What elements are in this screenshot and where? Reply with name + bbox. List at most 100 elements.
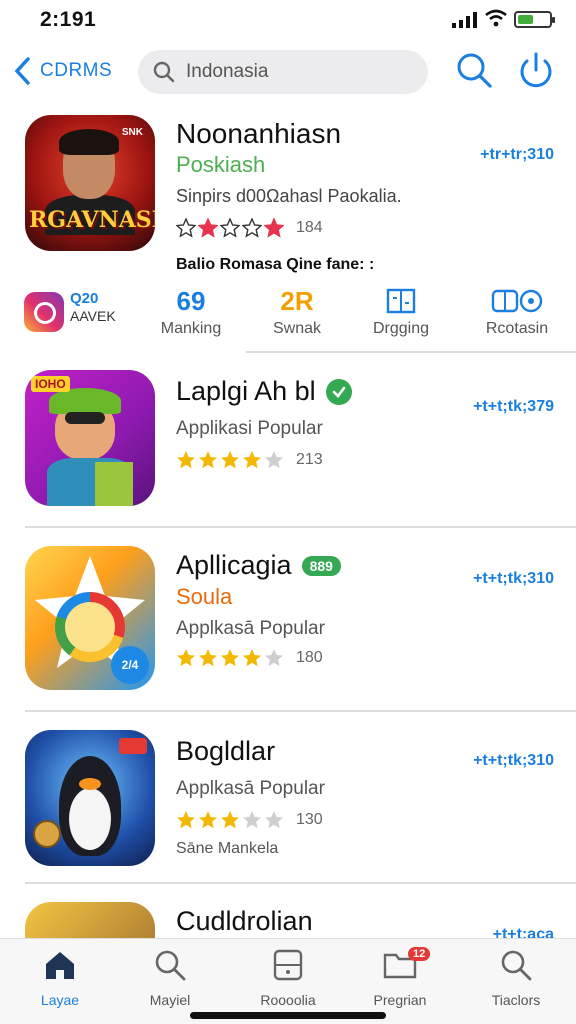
app-title-text: Cudldrolian xyxy=(176,906,313,936)
tab-tractors[interactable]: Tiaclors xyxy=(466,947,566,1008)
star-icon xyxy=(199,811,217,829)
app-category: Applkasā Popular xyxy=(176,618,325,639)
app-icon[interactable]: 2/4 xyxy=(25,546,155,690)
search-icon xyxy=(155,950,186,981)
promo-label: Q20 xyxy=(70,290,99,307)
app-title: Laplgi Ah bl xyxy=(176,376,352,407)
app-rating: 130 xyxy=(176,810,323,830)
star-icon xyxy=(221,451,239,469)
app-row[interactable]: IOHO Laplgi Ah bl Applikasi Popular 213 … xyxy=(0,370,576,530)
tab-search[interactable]: Mayiel xyxy=(120,947,220,1008)
tab-label: Mayiel xyxy=(149,992,191,1008)
tab-home[interactable]: Layae xyxy=(10,947,110,1008)
search-icon xyxy=(457,53,492,88)
price-button[interactable]: +t+t;aca xyxy=(493,926,554,938)
app-rating: 213 xyxy=(176,450,323,470)
star-icon xyxy=(221,811,239,829)
app-subtitle: Soula xyxy=(176,584,233,609)
signal-icon xyxy=(452,12,477,28)
tab-label: Tiaclors xyxy=(491,992,541,1008)
rating-stars xyxy=(176,450,286,470)
category-row: Q20 AAVEK 69 Manking 2R Swnak Drgging Rc… xyxy=(0,284,576,353)
price-button[interactable]: +tr+tr;310 xyxy=(480,146,554,164)
app-title: Cudldrolian xyxy=(176,906,313,937)
category-snack[interactable]: 2R Swnak xyxy=(252,284,342,338)
grid-icon xyxy=(356,284,446,318)
category-dragging[interactable]: Drgging xyxy=(356,284,446,338)
star-icon xyxy=(199,451,217,469)
rating-count: 180 xyxy=(296,649,323,666)
app-icon[interactable] xyxy=(25,730,155,866)
price-button[interactable]: +t+t;tk;379 xyxy=(473,398,554,416)
rating-count: 184 xyxy=(296,219,323,236)
search-value: Indonasia xyxy=(186,61,269,82)
star-icon xyxy=(198,218,218,238)
category-label: Drgging xyxy=(372,320,430,337)
featured-app-icon[interactable]: SNK RGAVNASIA xyxy=(25,115,155,251)
star-icon xyxy=(177,811,195,829)
tab-programs[interactable]: 12 Pregrian xyxy=(350,947,450,1008)
app-category: Applikasi Popular xyxy=(176,418,323,439)
power-button[interactable] xyxy=(516,50,556,90)
divider xyxy=(25,882,576,884)
app-title: Bogldlar xyxy=(176,736,275,767)
star-icon xyxy=(243,811,261,829)
notification-badge: 12 xyxy=(408,947,431,961)
verified-check-icon xyxy=(325,378,352,405)
search-icon xyxy=(501,950,532,981)
category-label: Rcotasin xyxy=(485,320,549,337)
promo-sublabel: AAVEK xyxy=(70,308,116,324)
app-icon[interactable] xyxy=(25,902,155,938)
instagram-icon[interactable] xyxy=(24,292,64,332)
featured-rating: 184 xyxy=(176,218,323,238)
tab-label: Pregrian xyxy=(373,992,427,1008)
app-row[interactable]: Cudldrolian +t+t;aca xyxy=(0,902,576,938)
back-button[interactable]: CDRMS xyxy=(12,56,112,86)
icon-logo-text: RGAVNASIA xyxy=(29,207,155,233)
home-icon xyxy=(46,952,74,979)
tab-label: Roooolia xyxy=(260,992,316,1008)
tab-label: Layae xyxy=(40,992,80,1008)
search-button[interactable] xyxy=(454,50,494,90)
app-icon[interactable]: IOHO xyxy=(25,370,155,506)
divider xyxy=(25,710,576,712)
ranking-icon: 69 xyxy=(176,285,206,316)
home-indicator xyxy=(190,1012,386,1019)
star-icon xyxy=(265,451,283,469)
rating-stars xyxy=(176,218,286,238)
icon-badge: IOHO xyxy=(31,376,70,392)
wifi-icon xyxy=(485,9,507,27)
battery-icon xyxy=(514,11,555,28)
rating-stars xyxy=(176,810,286,830)
price-button[interactable]: +t+t;tk;310 xyxy=(473,570,554,588)
rotation-icon xyxy=(472,284,562,318)
category-ranking[interactable]: 69 Manking xyxy=(146,284,236,338)
snack-icon: 2R xyxy=(280,285,314,316)
divider xyxy=(25,526,576,528)
star-icon xyxy=(265,811,283,829)
icon-tag: SNK xyxy=(121,127,143,138)
app-rating: 180 xyxy=(176,648,323,668)
status-bar: 2:191 xyxy=(0,0,576,40)
app-category: Applkasā Popular xyxy=(176,778,325,799)
app-row[interactable]: Bogldlar Applkasā Popular 130 Sāne Manke… xyxy=(0,730,576,886)
rating-count: 213 xyxy=(296,451,323,468)
star-icon xyxy=(242,218,262,238)
price-button[interactable]: +t+t;tk;310 xyxy=(473,752,554,770)
search-input[interactable]: Indonasia xyxy=(138,50,428,94)
star-icon xyxy=(177,451,195,469)
featured-app[interactable]: SNK RGAVNASIA Noonanhiasn Poskiash Sinpi… xyxy=(0,112,576,282)
featured-title: Noonanhiasn xyxy=(176,118,342,149)
nav-bar: CDRMS Indonasia xyxy=(0,44,576,100)
app-extra: Sāne Mankela xyxy=(176,840,279,857)
star-icon xyxy=(265,649,283,667)
category-rotation[interactable]: Rcotasin xyxy=(472,284,562,338)
app-title-text: Apllicagia xyxy=(176,550,292,580)
star-icon xyxy=(220,218,240,238)
app-badge: 889 xyxy=(301,555,341,576)
featured-subtitle: Poskiash xyxy=(176,152,266,177)
star-icon xyxy=(221,649,239,667)
tab-device[interactable]: Roooolia xyxy=(238,947,338,1008)
app-row[interactable]: 2/4 Apllicagia 889 Soula Applkasā Popula… xyxy=(0,546,576,712)
star-icon xyxy=(176,218,196,238)
